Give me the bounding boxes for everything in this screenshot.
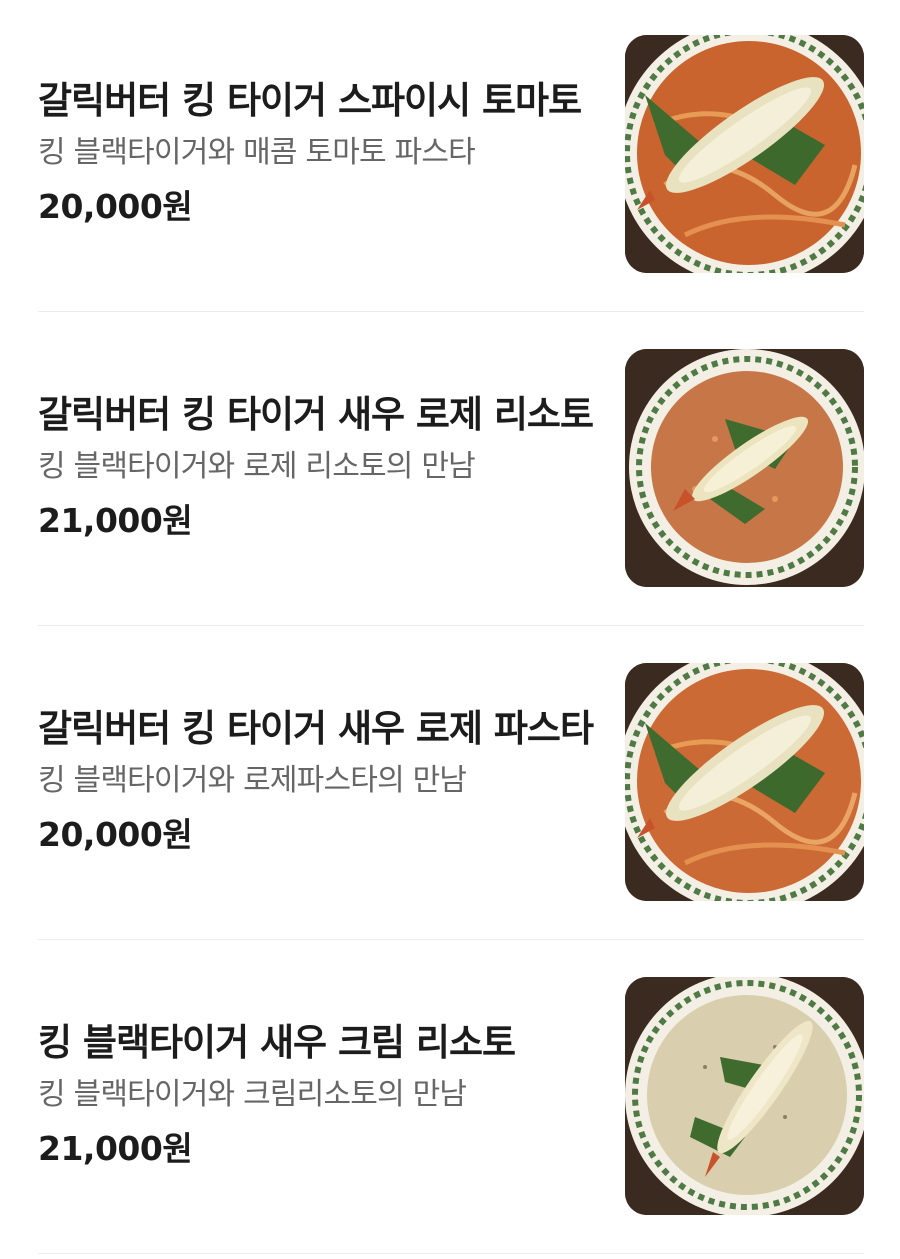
menu-item[interactable]: 갈릭버터 킹 타이거 새우 로제 리소토 킹 블랙타이거와 로제 리소토의 만남… bbox=[38, 349, 864, 587]
menu-item-text: 갈릭버터 킹 타이거 새우 로제 파스타 킹 블랙타이거와 로제파스타의 만남 … bbox=[38, 705, 598, 855]
menu-item-description: 킹 블랙타이거와 크림리소토의 만남 bbox=[38, 1077, 467, 1112]
menu-item-name: 킹 블랙타이거 새우 크림 리소토 bbox=[38, 1021, 516, 1064]
menu-item[interactable]: 갈릭버터 킹 타이거 스파이시 토마토 킹 블랙타이거와 매콤 토마토 파스타 … bbox=[38, 35, 864, 273]
menu-item[interactable]: 킹 블랙타이거 새우 크림 리소토 킹 블랙타이거와 크림리소토의 만남 21,… bbox=[38, 977, 864, 1215]
menu-item-text: 갈릭버터 킹 타이거 새우 로제 리소토 킹 블랙타이거와 로제 리소토의 만남… bbox=[38, 391, 598, 541]
menu-item-price: 20,000원 bbox=[38, 187, 193, 226]
menu-item-name: 갈릭버터 킹 타이거 새우 로제 파스타 bbox=[38, 707, 594, 750]
menu-item-text: 킹 블랙타이거 새우 크림 리소토 킹 블랙타이거와 크림리소토의 만남 21,… bbox=[38, 1019, 598, 1169]
divider bbox=[38, 311, 864, 312]
menu-item[interactable]: 갈릭버터 킹 타이거 새우 로제 파스타 킹 블랙타이거와 로제파스타의 만남 … bbox=[38, 663, 864, 901]
menu-item-photo[interactable] bbox=[625, 977, 864, 1215]
menu-item-text: 갈릭버터 킹 타이거 스파이시 토마토 킹 블랙타이거와 매콤 토마토 파스타 … bbox=[38, 77, 598, 227]
menu-item-price: 21,000원 bbox=[38, 501, 193, 540]
divider bbox=[38, 939, 864, 940]
divider bbox=[38, 1253, 864, 1254]
divider bbox=[38, 625, 864, 626]
menu-list: 갈릭버터 킹 타이거 스파이시 토마토 킹 블랙타이거와 매콤 토마토 파스타 … bbox=[0, 0, 900, 1259]
menu-item-description: 킹 블랙타이거와 로제 리소토의 만남 bbox=[38, 449, 476, 484]
menu-item-photo[interactable] bbox=[625, 35, 864, 273]
menu-item-description: 킹 블랙타이거와 매콤 토마토 파스타 bbox=[38, 135, 476, 170]
menu-item-photo[interactable] bbox=[625, 663, 864, 901]
menu-item-name: 갈릭버터 킹 타이거 새우 로제 리소토 bbox=[38, 393, 594, 436]
menu-item-description: 킹 블랙타이거와 로제파스타의 만남 bbox=[38, 763, 467, 798]
menu-item-photo[interactable] bbox=[625, 349, 864, 587]
menu-item-price: 21,000원 bbox=[38, 1129, 193, 1168]
menu-item-name: 갈릭버터 킹 타이거 스파이시 토마토 bbox=[38, 79, 582, 122]
menu-item-price: 20,000원 bbox=[38, 815, 193, 854]
